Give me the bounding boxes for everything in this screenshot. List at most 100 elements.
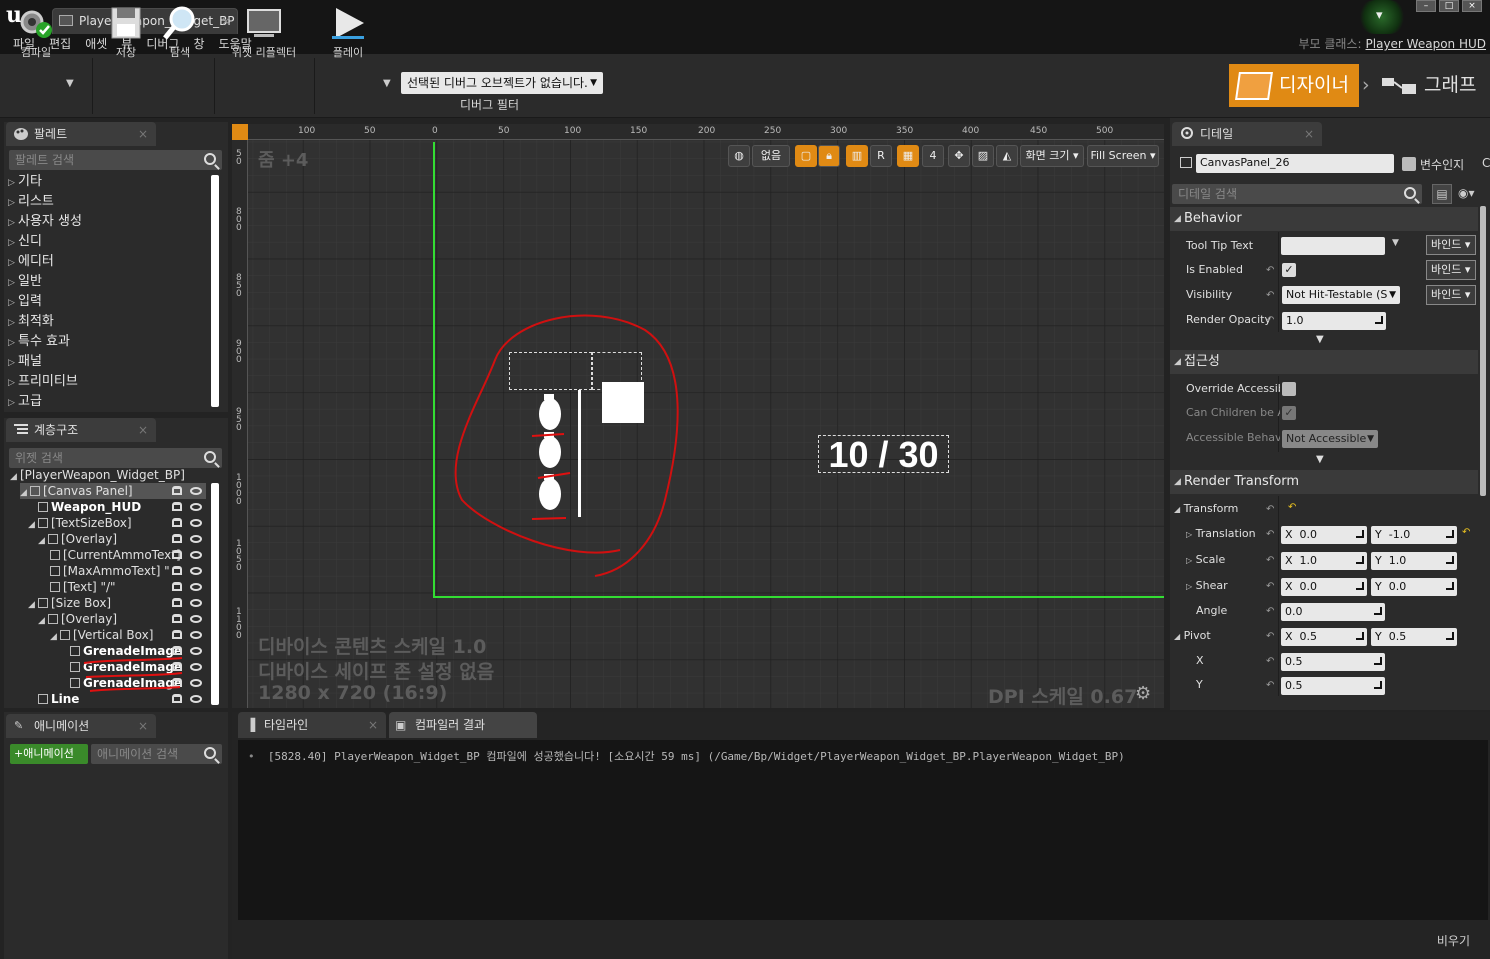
translation-x-input[interactable]: X 0.0 (1281, 526, 1367, 544)
collapse-icon[interactable]: ◢ (28, 597, 38, 611)
collapse-icon[interactable]: ◢ (20, 485, 30, 499)
property-matrix-icon[interactable]: ▤ (1432, 184, 1452, 204)
flip-icon[interactable]: ◭ (996, 145, 1018, 167)
scale-y-input[interactable]: Y 1.0 (1371, 552, 1457, 570)
reset-icon[interactable]: ↶ (1266, 606, 1276, 617)
close-icon[interactable]: × (138, 122, 148, 146)
widget-reflector-button[interactable]: 위젯 리플렉터 (222, 4, 306, 62)
hierarchy-row[interactable]: ◢ [Size Box] (28, 595, 206, 611)
collapse-icon[interactable]: ◢ (10, 469, 20, 483)
pivot-y-input[interactable]: Y 0.5 (1371, 628, 1457, 646)
palette-category[interactable]: ▷ 프리미티브 (8, 372, 78, 392)
palette-category[interactable]: ▷ 신디 (8, 232, 42, 252)
reset-icon[interactable]: ↶ (1266, 581, 1276, 592)
lock-icon[interactable] (172, 502, 182, 511)
animation-tab[interactable]: ✎ 애니메이션 × (6, 714, 156, 738)
outline-icon[interactable]: ▢ (795, 145, 817, 167)
hierarchy-row[interactable]: [CurrentAmmoText] (50, 547, 206, 563)
reset-to-default-icon[interactable]: ↶ (1288, 502, 1296, 513)
eye-icon[interactable] (190, 615, 202, 623)
move-icon[interactable]: ✥ (948, 145, 970, 167)
reset-icon[interactable]: ↶ (1266, 631, 1276, 642)
clear-button[interactable]: 비우기 (1437, 932, 1470, 949)
eye-icon[interactable] (190, 487, 202, 495)
lock-icon[interactable] (172, 582, 182, 591)
lock-icon[interactable] (172, 646, 182, 655)
palette-category[interactable]: ▷ 최적화 (8, 312, 54, 332)
close-window-button[interactable]: × (1462, 0, 1482, 12)
refresh-button[interactable]: R (870, 145, 892, 167)
accessibility-category[interactable]: ◢ 접근성 (1170, 350, 1478, 374)
override-accessible-checkbox[interactable] (1282, 382, 1296, 396)
browse-button[interactable]: 탐색 (154, 4, 206, 62)
gear-icon[interactable]: ⚙ (1135, 683, 1151, 704)
maximize-button[interactable]: □ (1439, 0, 1459, 12)
palette-category[interactable]: ▷ 특수 효과 (8, 332, 70, 352)
compiler-results-tab[interactable]: ▣ 컴파일러 결과 (389, 712, 537, 738)
bind-button[interactable]: 바인드 ▾ (1426, 285, 1476, 305)
chevron-down-icon[interactable]: ▼ (1392, 238, 1399, 248)
palette-search-input[interactable]: 팔레트 검색 (9, 150, 222, 170)
palette-category[interactable]: ▷ 에디터 (8, 252, 54, 272)
hierarchy-row[interactable]: ◢ [Canvas Panel] (20, 483, 206, 499)
eye-icon[interactable] (190, 695, 202, 703)
scale-x-input[interactable]: X 1.0 (1281, 552, 1367, 570)
palette-category[interactable]: ▷ 패널 (8, 352, 42, 372)
palette-scrollbar[interactable] (211, 175, 219, 407)
palette-category[interactable]: ▷ 일반 (8, 272, 42, 292)
palette-category[interactable]: ▷ 입력 (8, 292, 42, 312)
bind-button[interactable]: 바인드 ▾ (1426, 235, 1476, 255)
reset-icon[interactable]: ↶ (1266, 656, 1276, 667)
designer-mode-button[interactable]: 디자이너 (1229, 64, 1359, 107)
collapse-icon[interactable]: ◢ (38, 533, 48, 547)
lock-icon[interactable] (172, 534, 182, 543)
minimize-button[interactable]: – (1416, 0, 1436, 12)
hierarchy-row[interactable]: ◢ [PlayerWeapon_Widget_BP] (10, 467, 206, 483)
hierarchy-row[interactable]: ◢ [Overlay] (38, 611, 206, 627)
palette-category[interactable]: ▷ 사용자 생성 (8, 212, 82, 232)
ammo-text[interactable]: 10 / 30 (818, 435, 949, 474)
reset-to-default-icon[interactable]: ↶ (1462, 527, 1470, 538)
eye-icon[interactable]: ◉▾ (1458, 186, 1475, 200)
reset-icon[interactable]: ↶ (1266, 290, 1276, 301)
eye-icon[interactable] (190, 679, 202, 687)
compile-options-icon[interactable]: ▼ (66, 78, 74, 89)
add-animation-button[interactable]: +애니메이션 (10, 744, 88, 764)
world-icon[interactable]: ◍ (728, 145, 750, 167)
bind-button[interactable]: 바인드 ▾ (1426, 260, 1476, 280)
localization-none-button[interactable]: 없음 (752, 145, 790, 167)
translation-y-input[interactable]: Y -1.0 (1371, 526, 1457, 544)
lock-icon[interactable] (172, 694, 182, 703)
parent-class-link[interactable]: Player Weapon HUD (1366, 37, 1486, 51)
collapse-icon[interactable]: ◢ (50, 629, 60, 643)
lock-icon[interactable] (172, 518, 182, 527)
eye-icon[interactable] (190, 503, 202, 511)
widget-search-input[interactable]: 위젯 검색 (9, 448, 222, 468)
render-opacity-input[interactable]: 1.0 (1282, 312, 1386, 330)
collapse-icon[interactable]: ◢ (38, 613, 48, 627)
eye-icon[interactable] (190, 663, 202, 671)
eye-icon[interactable] (190, 551, 202, 559)
hierarchy-row[interactable]: ◢ [Vertical Box] (50, 627, 206, 643)
screen-size-dropdown[interactable]: 화면 크기 ▾ (1020, 145, 1084, 167)
expand-advanced-icon[interactable]: ▼ (1316, 334, 1324, 345)
animation-search-input[interactable]: 애니메이션 검색 (91, 744, 222, 764)
close-icon[interactable]: × (138, 418, 148, 442)
shear-y-input[interactable]: Y 0.0 (1371, 578, 1457, 596)
is-enabled-checkbox[interactable]: ✓ (1282, 263, 1296, 277)
pivot-x-input[interactable]: X 0.5 (1281, 628, 1367, 646)
reset-icon[interactable]: ↶ (1266, 504, 1276, 515)
eye-icon[interactable] (190, 647, 202, 655)
shear-x-input[interactable]: X 0.0 (1281, 578, 1367, 596)
details-scrollbar[interactable] (1480, 206, 1486, 496)
details-search-input[interactable]: 디테일 검색 (1172, 184, 1422, 204)
lock-icon[interactable] (172, 486, 182, 495)
palette-category[interactable]: ▷ 기타 (8, 172, 42, 192)
is-variable-checkbox[interactable] (1402, 157, 1416, 171)
designer-viewport[interactable] (232, 124, 1164, 708)
widget-name-input[interactable]: CanvasPanel_26 (1196, 154, 1394, 173)
eye-icon[interactable] (190, 583, 202, 591)
reset-icon[interactable]: ↶ (1266, 555, 1276, 566)
debug-object-select[interactable]: 선택된 디버그 오브젝트가 없습니다. ▼ (401, 72, 603, 94)
graph-mode-button[interactable]: › 그래프 (1362, 64, 1486, 107)
